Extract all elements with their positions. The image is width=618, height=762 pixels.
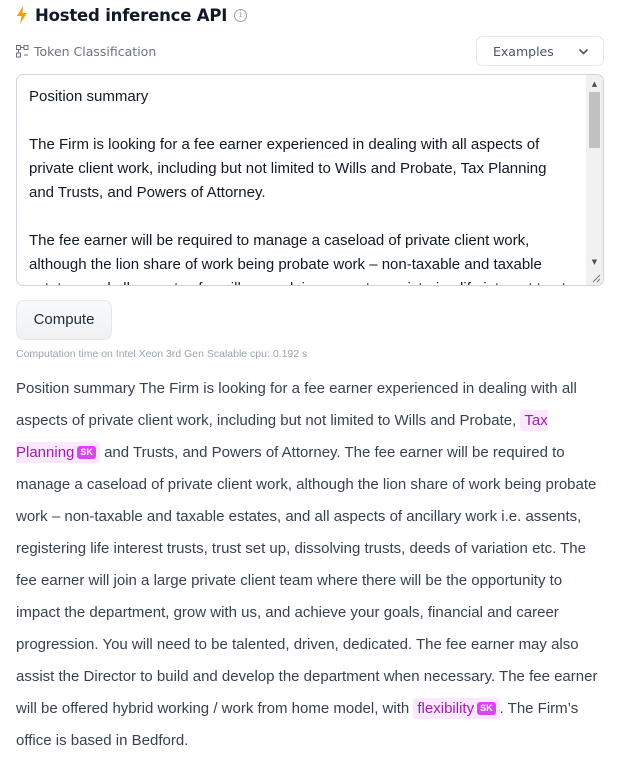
chevron-down-icon <box>578 48 589 55</box>
examples-dropdown[interactable]: Examples <box>476 36 604 66</box>
task-label: Token Classification <box>34 44 157 59</box>
scrollbar-thumb[interactable] <box>589 92 600 148</box>
entity-tag-badge: SK <box>477 702 496 715</box>
input-paragraph: Position summary <box>29 88 149 105</box>
entity-tag-badge: SK <box>77 446 96 459</box>
output-text: Position summary The Firm is looking for… <box>16 373 606 757</box>
widget-title: Hosted inference API <box>35 5 228 25</box>
task-type: Token Classification <box>16 44 156 59</box>
scroll-up-arrow-icon[interactable]: ▲ <box>586 77 603 91</box>
input-paragraph: The fee earner will be required to manag… <box>29 232 573 285</box>
input-textarea[interactable]: Position summary The Firm is looking for… <box>16 74 604 286</box>
token-classification-icon <box>16 45 29 58</box>
entity-text: flexibility <box>417 700 475 717</box>
scroll-down-arrow-icon[interactable]: ▼ <box>586 255 603 269</box>
examples-label: Examples <box>493 43 554 59</box>
compute-button[interactable]: Compute <box>16 300 112 340</box>
output-segment: and Trusts, and Powers of Attorney. The … <box>16 444 598 717</box>
input-paragraph: The Firm is looking for a fee earner exp… <box>29 136 547 201</box>
entity-highlight: flexibility SK <box>413 698 500 719</box>
output-segment: Position summary The Firm is looking for… <box>16 380 577 429</box>
input-text[interactable]: Position summary The Firm is looking for… <box>17 75 587 285</box>
computation-time: Computation time on Intel Xeon 3rd Gen S… <box>16 348 308 360</box>
textarea-scrollbar[interactable]: ▲ ▼ <box>586 75 603 285</box>
lightning-bolt-icon <box>17 6 27 24</box>
widget-header: Hosted inference API i <box>16 4 248 26</box>
resize-handle-icon[interactable] <box>591 273 601 283</box>
info-icon[interactable]: i <box>234 8 248 22</box>
